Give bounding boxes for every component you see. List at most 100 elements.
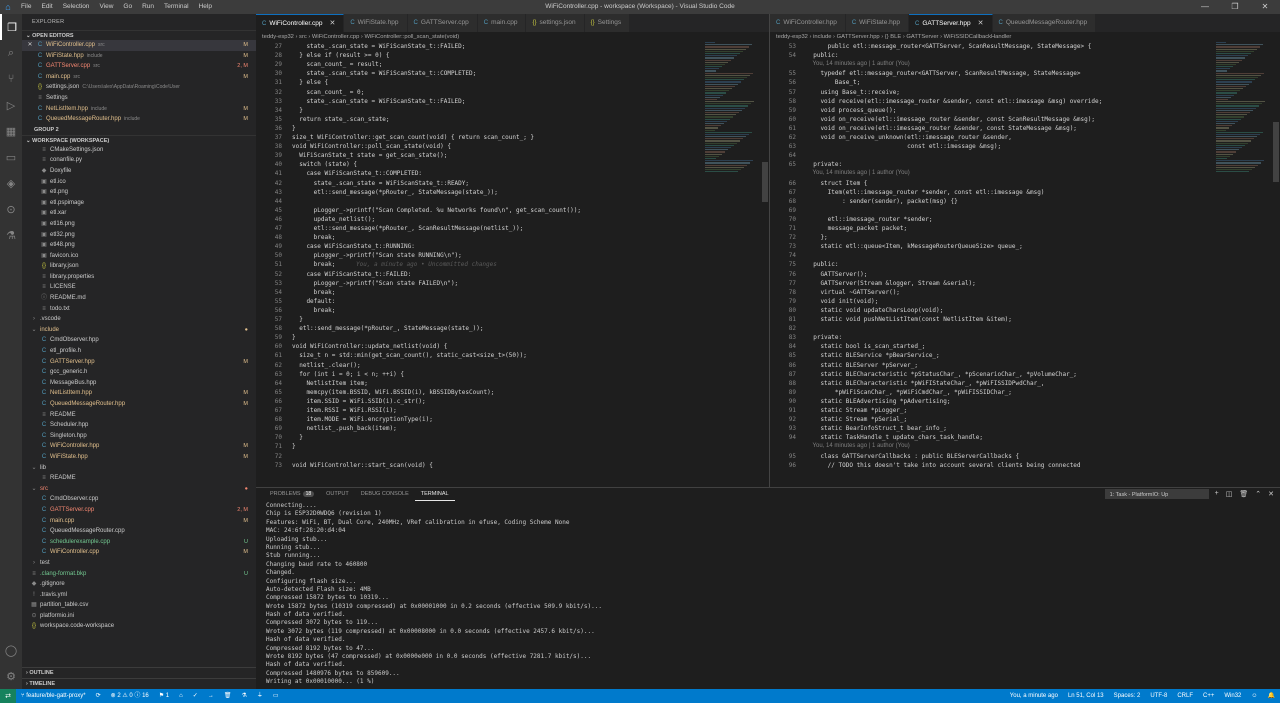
git-blame[interactable]: You, a minute ago	[1005, 689, 1063, 703]
file-item[interactable]: Cmain.cpp M	[22, 516, 256, 527]
code-line[interactable]: size_t n = std::min(get_scan_count(), st…	[292, 351, 699, 360]
code-line[interactable]: item.SSID = WiFi.SSID(i).c_str();	[292, 397, 699, 406]
file-item[interactable]: Cmain.cpp src M	[22, 72, 256, 83]
code-line[interactable]: typedef etl::message_router<GATTServer, …	[806, 69, 1210, 78]
search-icon[interactable]: ⌕	[0, 40, 22, 66]
file-item[interactable]: C WiFiState.hpp include M	[22, 51, 256, 62]
file-item[interactable]: C WiFiController.hpp M	[22, 441, 256, 452]
file-item[interactable]: C QueuedMessageRouter.hpp M	[22, 399, 256, 410]
code-line[interactable]: }	[292, 106, 699, 115]
file-item[interactable]: C QueuedMessageRouter.hpp include M	[22, 114, 256, 125]
file-item[interactable]: {} workspace.code-workspace	[22, 621, 256, 632]
editor-tab[interactable]: {} settings.json	[526, 14, 585, 32]
file-item[interactable]: ▣ etl.xar	[22, 208, 256, 219]
code-line[interactable]: scan_count_ = result;	[292, 60, 699, 69]
file-item[interactable]: ▦ partition_table.csv	[22, 600, 256, 611]
indentation[interactable]: Spaces: 2	[1109, 689, 1146, 703]
file-item[interactable]: ✕ C WiFiController.cpp src M	[22, 40, 256, 51]
code-line[interactable]: GATTServer();	[806, 270, 1210, 279]
code-line[interactable]: state_.scan_state = WiFiScanState_t::FAI…	[292, 42, 699, 51]
terminal-output[interactable]: Connecting.... Chip is ESP32D0WDQ6 (revis…	[256, 500, 1280, 687]
code-line[interactable]: pLogger_->printf("Scan state FAILED\n");	[292, 279, 699, 288]
file-item[interactable]: Cetl_profile.h	[22, 346, 256, 357]
file-item[interactable]: Cschedulerexample.cpp U	[22, 537, 256, 548]
code-line[interactable]: public:	[806, 51, 1210, 60]
code-line[interactable]: // TODO this doesn't take into account s…	[806, 461, 1210, 470]
file-item[interactable]: C QueuedMessageRouter.cpp	[22, 526, 256, 537]
file-item[interactable]: ≡ README	[22, 473, 256, 484]
files-icon[interactable]: ❐	[0, 14, 22, 40]
group2-title[interactable]: GROUP 2	[22, 125, 256, 135]
pio-serial-icon[interactable]: ⏚	[252, 689, 268, 703]
file-item[interactable]: › test	[22, 558, 256, 569]
git-branch[interactable]: ⑂ feature/ble-gatt-proxy*	[16, 689, 91, 703]
pio-test-icon[interactable]: ⚗	[236, 689, 251, 703]
code-line[interactable]: break;	[292, 233, 699, 242]
code-line[interactable]: case WiFiScanState_t::FAILED:	[292, 270, 699, 279]
code-line[interactable]: return state_.scan_state;	[292, 115, 699, 124]
file-item[interactable]: C GATTServer.hpp M	[22, 357, 256, 368]
ports-indicator[interactable]: ⚑ 1	[154, 689, 174, 703]
code-line[interactable]: void on_receive_unknown(etl::imessage_ro…	[806, 133, 1210, 142]
menu-item-edit[interactable]: Edit	[36, 0, 57, 14]
file-item[interactable]: C CmdObserver.hpp	[22, 335, 256, 346]
file-item[interactable]: ◆ .gitignore	[22, 579, 256, 590]
menu-item-go[interactable]: Go	[118, 0, 137, 14]
cursor-position[interactable]: Ln 51, Col 13	[1063, 689, 1109, 703]
split-terminal-icon[interactable]: ◫	[1226, 490, 1233, 498]
close-icon[interactable]: ✕	[329, 15, 335, 33]
platformio-icon[interactable]: ⊙	[0, 196, 22, 222]
open-editors-section[interactable]: ⌄ OPEN EDITORS	[22, 30, 256, 40]
code-line[interactable]: virtual ~GATTServer();	[806, 288, 1210, 297]
code-line[interactable]: state_.scan_state = WiFiScanState_t::FAI…	[292, 97, 699, 106]
pio-upload-icon[interactable]: →	[203, 689, 219, 703]
scroll-thumb[interactable]	[1273, 122, 1279, 182]
code-line[interactable]: break;	[292, 288, 699, 297]
code-line[interactable]: static Stream *pSerial_;	[806, 415, 1210, 424]
code-line[interactable]: static void updateCharsLoop(void);	[806, 306, 1210, 315]
close-icon[interactable]: ✕	[26, 40, 34, 51]
code-line[interactable]: const etl::imessage &msg);	[806, 142, 1210, 151]
file-item[interactable]: C CmdObserver.cpp	[22, 494, 256, 505]
code-line[interactable]: *pWiFiScanChar_, *pWiFiCmdChar_, *pWiFIS…	[806, 388, 1210, 397]
maximize-icon[interactable]: ❐	[1220, 0, 1250, 14]
close-panel-icon[interactable]: ✕	[1268, 490, 1274, 498]
code-line[interactable]: NetlistItem item;	[292, 379, 699, 388]
file-item[interactable]: ⌄ lib	[22, 463, 256, 474]
code-line[interactable]: private:	[806, 160, 1210, 169]
code-line[interactable]: }	[292, 333, 699, 342]
code-line[interactable]: }	[292, 124, 699, 133]
file-item[interactable]: ▣ etl32.png	[22, 230, 256, 241]
code-line[interactable]: void WiFiController::poll_scan_state(voi…	[292, 142, 699, 151]
file-item[interactable]: C Scheduler.hpp	[22, 420, 256, 431]
code-line[interactable]: etl::send_message(*pRouter_, StateMessag…	[292, 324, 699, 333]
editor-tab[interactable]: C WiFiState.hpp	[845, 14, 909, 32]
code-line[interactable]: void WiFiController::update_netlist(void…	[292, 342, 699, 351]
right-scrollbar[interactable]	[1272, 42, 1280, 487]
account-icon[interactable]: ◯	[0, 637, 22, 663]
file-item[interactable]: ≡ CMakeSettings.json	[22, 145, 256, 156]
panel-tab-problems[interactable]: PROBLEMS 18	[264, 488, 320, 500]
run-debug-icon[interactable]: ▷	[0, 92, 22, 118]
code-line[interactable]: Item(etl::imessage_router *sender, const…	[806, 188, 1210, 197]
line-ending[interactable]: CRLF	[1172, 689, 1198, 703]
code-line[interactable]: etl::send_message(*pRouter_, ScanResultM…	[292, 224, 699, 233]
code-line[interactable]: size_t WiFiController::get_scan_count(vo…	[292, 133, 699, 142]
file-item[interactable]: C GATTServer.cpp src 2, M	[22, 61, 256, 72]
language-mode[interactable]: C++	[1198, 689, 1219, 703]
editor-tab[interactable]: C QueuedMessageRouter.hpp	[992, 14, 1097, 32]
platform[interactable]: Win32	[1219, 689, 1246, 703]
code-line[interactable]: }	[292, 433, 699, 442]
code-line[interactable]: Base_t;	[806, 78, 1210, 87]
panel-tab-output[interactable]: OUTPUT	[320, 488, 355, 500]
testing-icon[interactable]: ⚗	[0, 222, 22, 248]
code-line[interactable]: void receive(etl::imessage_router &sende…	[806, 97, 1210, 106]
code-line[interactable]: static BLECharacteristic *pWiFIStateChar…	[806, 379, 1210, 388]
file-item[interactable]: C MessageBus.hpp	[22, 378, 256, 389]
file-item[interactable]: ▣ etl16.png	[22, 219, 256, 230]
menu-item-run[interactable]: Run	[137, 0, 159, 14]
editor-tab[interactable]: C WiFiController.hpp	[770, 14, 846, 32]
manage-gear-icon[interactable]: ⚙	[0, 663, 22, 689]
file-item[interactable]: ⌄ include ●	[22, 325, 256, 336]
code-line[interactable]: void on_receive(etl::imessage_router &se…	[806, 115, 1210, 124]
